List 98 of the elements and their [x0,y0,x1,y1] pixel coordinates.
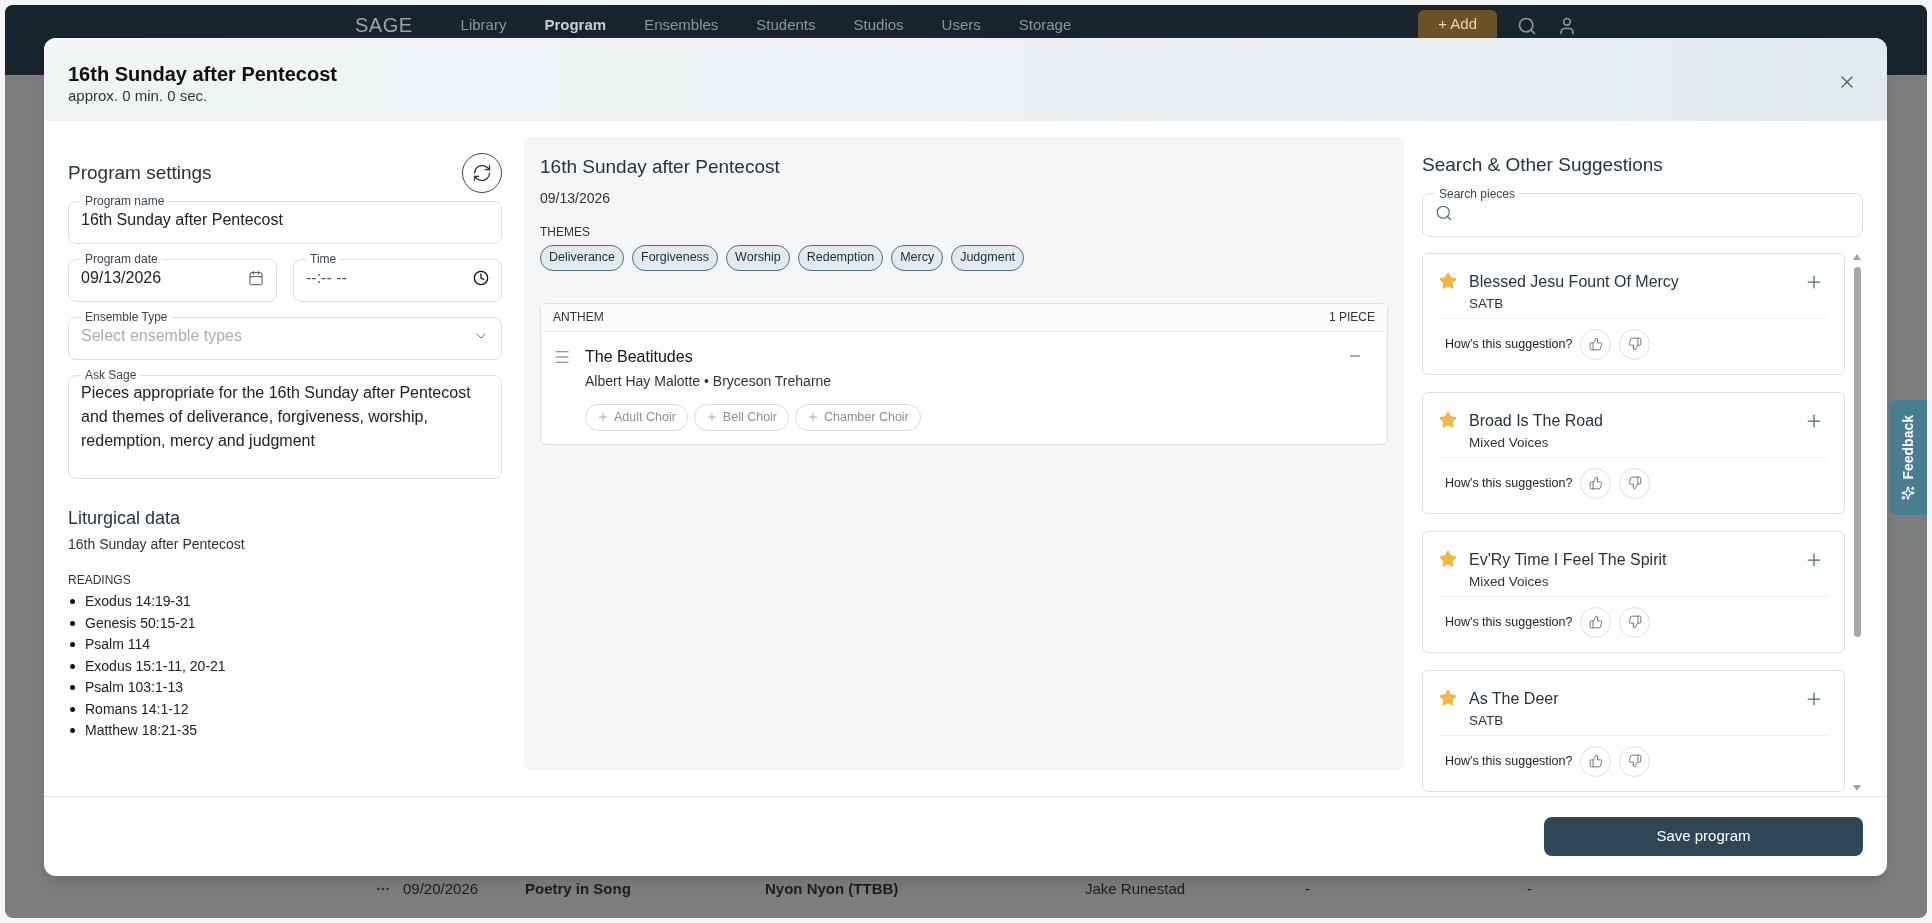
sparkles-icon [1901,485,1915,500]
ask-sage-input[interactable]: Pieces appropriate for the 16th Sunday after Pentecost and themes of deliverance, forgiveness, worship, redemption, mercy and judgment [81,381,489,461]
feedback-prompt: How's this suggestion? [1445,613,1573,631]
ensemble-type-input[interactable]: Select ensemble types [81,323,473,349]
reading-item: Psalm 114 [85,635,151,655]
section-label: ANTHEM [553,309,604,326]
theme-tag: Deliverance [540,244,624,271]
dialog-title: 16th Sunday after Pentecost [68,62,338,86]
reading-item: Exodus 15:1-11, 20-21 [85,656,226,676]
theme-tag: Judgment [951,244,1025,271]
bullet-icon [70,620,75,626]
piece-title: The Beatitudes [585,346,694,367]
user-icon[interactable] [1557,16,1577,36]
suggestion-voicing: Mixed Voices [1469,572,1550,591]
feedback-prompt: How's this suggestion? [1445,752,1573,770]
program-name-input[interactable]: 16th Sunday after Pentecost [81,207,489,233]
calendar-icon[interactable] [248,270,264,286]
nav-link[interactable]: Users [941,10,981,37]
program-date-field[interactable]: Program date 09/13/2026 [68,253,277,302]
program-name-field[interactable]: Program name 16th Sunday after Pentecost [68,195,502,244]
reading-item: Romans 14:1-12 [85,699,189,719]
suggestion-voicing: SATB [1469,294,1505,313]
star-icon[interactable] [1439,688,1457,707]
suggestion-title: As The Deer [1469,688,1560,709]
bullet-icon [70,599,75,605]
scroll-up-arrow[interactable] [1852,252,1862,261]
suggestion-title: Blessed Jesu Fount Of Mercy [1469,271,1680,292]
nav-link[interactable]: Program [544,10,607,37]
time-input[interactable]: --:-- -- [306,265,473,291]
feedback-prompt: How's this suggestion? [1445,335,1573,353]
reading-item: Genesis 50:15-21 [85,613,196,633]
nav-link[interactable]: Students [756,10,816,37]
theme-tag: Forgiveness [632,244,719,271]
star-icon[interactable] [1439,271,1457,290]
scroll-down-arrow[interactable] [1852,784,1862,792]
thumbs-down-icon [1627,615,1642,630]
program-title: 16th Sunday after Pentecost [540,155,781,179]
piece-composers: Albert Hay Malotte • Bryceson Treharne [585,371,833,391]
scrollbar-thumb[interactable] [1853,266,1861,637]
bullet-icon [70,728,75,734]
thumbs-up-icon [1588,615,1603,630]
suggestion-voicing: Mixed Voices [1469,433,1550,452]
section-heading: Liturgical data [68,507,182,530]
themes-label: THEMES [540,223,591,241]
plus-icon [597,411,609,423]
suggestion-title: Broad Is The Road [1469,410,1604,431]
section-heading: Search & Other Suggestions [1422,153,1664,177]
feedback-tab[interactable]: Feedback [1889,400,1927,515]
refresh-icon [472,163,492,183]
liturgical-subtitle: 16th Sunday after Pentecost [68,535,246,554]
dialog-subtitle: approx. 0 min. 0 sec. [68,86,209,106]
piece-count: 1 PIECE [1328,309,1375,326]
ensemble-type-select[interactable]: Ensemble Type Select ensemble types [68,311,502,360]
section-heading: Program settings [68,160,212,185]
suggestion-title: Ev'Ry Time I Feel The Spirit [1469,549,1668,570]
nav-link[interactable]: Studios [853,10,904,37]
suggestion-voicing: SATB [1469,711,1505,730]
plus-icon [807,411,820,423]
star-icon[interactable] [1439,410,1457,429]
ask-sage-field[interactable]: Ask Sage Pieces appropriate for the 16th Sunday after Pentecost and themes of deliverance, forgiveness, worship, redemption, mercy and judgment [68,369,502,479]
time-field[interactable]: Time --:-- -- [293,253,502,302]
readings-label: READINGS [68,572,132,589]
table-cell-text: - [1305,878,1311,899]
table-cell-text: Nyon Nyon (TTBB) [765,878,900,899]
theme-tag: Redemption [797,244,884,271]
reading-item: Matthew 18:21-35 [85,721,198,741]
table-cell-text: Poetry in Song [525,878,632,899]
bullet-icon [70,685,75,691]
date-input[interactable]: 09/13/2026 [81,265,248,291]
table-cell-text: Jake Runestad [1085,878,1187,899]
reading-item: Psalm 103:1-13 [85,678,184,698]
star-icon[interactable] [1439,549,1457,568]
nav-link[interactable]: Library [460,10,507,37]
table-cell-text: - [1527,878,1532,899]
thumbs-up-icon [1588,337,1603,352]
reading-item: Exodus 14:19-31 [85,592,191,612]
search-icon[interactable] [1517,16,1537,36]
thumbs-down-icon [1627,337,1642,352]
bullet-icon [70,663,75,669]
thumbs-up-icon [1588,754,1603,769]
thumbs-down-icon [1627,754,1642,769]
plus-icon [705,411,718,423]
table-cell-text: 09/20/2026 [403,878,480,899]
nav-link[interactable]: Ensembles [644,10,719,37]
search-field[interactable]: Search pieces [1422,187,1863,237]
bullet-icon [70,642,75,648]
theme-tag: Mercy [891,244,944,271]
logo[interactable]: SAGE [355,10,413,40]
feedback-prompt: How's this suggestion? [1445,474,1573,492]
nav-link[interactable]: Storage [1018,10,1072,37]
program-date: 09/13/2026 [540,188,612,208]
clock-icon[interactable] [473,270,489,286]
thumbs-down-icon [1627,476,1642,491]
search-icon [1435,203,1453,222]
bullet-icon [70,706,75,712]
thumbs-up-icon [1588,476,1603,491]
theme-tag: Worship [726,244,790,271]
save-program-button[interactable]: Save program [1544,817,1863,856]
